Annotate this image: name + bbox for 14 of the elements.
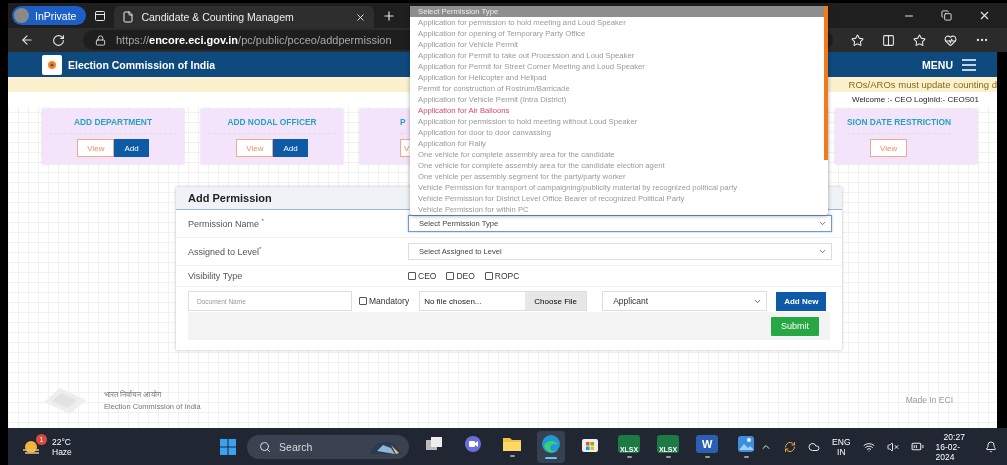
weather-condition: Haze	[52, 446, 72, 457]
document-icon: W	[696, 435, 719, 453]
field-label: Assigned to Level$^{*}$	[188, 246, 263, 257]
card-title: ADD NODAL OFFICER	[208, 117, 336, 134]
field-label: Visibility Type	[188, 271, 244, 281]
card-title: ADD DEPARTMENT	[49, 117, 177, 134]
temperature-text: 22°C	[52, 436, 72, 447]
card-title: SION DATE RESTRICTION	[847, 117, 952, 134]
site-title: Election Commission of India	[68, 58, 215, 71]
card-title: P	[400, 117, 406, 134]
field-label: Permission Name $^{*}$	[188, 218, 265, 229]
made-in-text: Made In ECI	[905, 395, 953, 405]
welcome-text: Welcome :- CEO LoginId:- CEOS01	[852, 95, 979, 104]
notice-text: ROs/AROs must update counting d	[848, 79, 997, 90]
